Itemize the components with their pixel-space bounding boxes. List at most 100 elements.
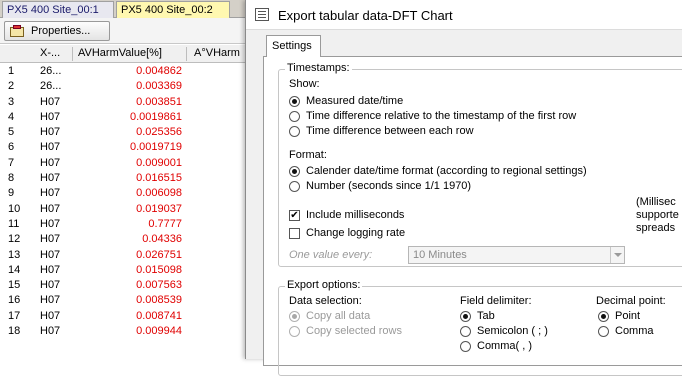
row-value-cell: 0.009944	[136, 325, 182, 338]
include-milliseconds-label: Include milliseconds	[306, 209, 405, 221]
column-header-x[interactable]: X-...	[40, 47, 60, 59]
logging-rate-value: 10 Minutes	[413, 249, 467, 261]
table-row[interactable]: 18 H07 0.009944	[0, 324, 250, 339]
row-x-cell: H07	[40, 141, 61, 154]
delimiter-semicolon-option[interactable]: Semicolon ( ; )	[460, 325, 548, 337]
data-selection-label: Data selection:	[289, 295, 362, 307]
decimal-comma-option[interactable]: Comma	[598, 325, 654, 337]
chevron-down-icon[interactable]	[610, 247, 624, 263]
row-value-cell: 0.016515	[136, 172, 182, 185]
row-index: 10	[8, 202, 21, 215]
include-milliseconds-checkbox[interactable]: ✔ Include milliseconds	[289, 209, 404, 221]
decimal-point-option[interactable]: Point	[598, 310, 640, 322]
window-icon	[255, 8, 269, 21]
row-value-cell: 0.04336	[142, 233, 182, 246]
row-index: 7	[8, 156, 15, 169]
table-row[interactable]: 12 H07 0.04336	[0, 232, 250, 247]
tab-settings[interactable]: Settings	[266, 35, 321, 57]
properties-button[interactable]: Properties...	[4, 21, 110, 41]
copy-selected-rows-option[interactable]: Copy selected rows	[289, 325, 402, 337]
export-dialog: Export tabular data-DFT Chart Settings T…	[245, 0, 682, 376]
row-index: 2	[8, 80, 15, 93]
row-x-cell: H07	[40, 187, 61, 200]
toolbar: Properties...	[0, 18, 250, 44]
row-x-cell: H07	[40, 263, 61, 276]
table-row[interactable]: 16 H07 0.008539	[0, 293, 250, 308]
row-x-cell: H07	[40, 294, 61, 307]
row-value-cell: 0.009001	[136, 156, 182, 169]
table-row[interactable]: 9 H07 0.006098	[0, 186, 250, 201]
radio-button[interactable]	[289, 310, 300, 322]
format-option-calendar[interactable]: Calender date/time format (according to …	[289, 165, 587, 177]
radio-button[interactable]	[598, 310, 609, 322]
copy-selected-rows-label: Copy selected rows	[306, 325, 402, 337]
table-row[interactable]: 2 26... 0.003369	[0, 79, 250, 94]
format-option-number[interactable]: Number (seconds since 1/1 1970)	[289, 180, 471, 192]
logging-rate-select[interactable]: 10 Minutes	[408, 246, 625, 264]
column-header-avharm[interactable]: A°VHarm	[194, 47, 240, 59]
document-tab-1[interactable]: PX5 400 Site_00:1	[2, 1, 114, 18]
row-x-cell: H07	[40, 279, 61, 292]
radio-button[interactable]	[289, 110, 300, 122]
dialog-titlebar[interactable]: Export tabular data-DFT Chart	[246, 0, 682, 30]
show-option-relative-first[interactable]: Time difference relative to the timestam…	[289, 110, 576, 122]
row-value-cell: 0.0019719	[130, 141, 182, 154]
table-row[interactable]: 7 H07 0.009001	[0, 156, 250, 171]
timestamps-group-title: Timestamps:	[285, 62, 352, 74]
table-row[interactable]: 14 H07 0.015098	[0, 263, 250, 278]
table-row[interactable]: 11 H07 0.7777	[0, 217, 250, 232]
radio-button[interactable]	[289, 125, 300, 137]
table-row[interactable]: 1 26... 0.004862	[0, 64, 250, 79]
row-index: 6	[8, 141, 15, 154]
row-x-cell: H07	[40, 110, 61, 123]
checkbox-checked-icon[interactable]: ✔	[289, 209, 300, 221]
row-x-cell: 26...	[40, 80, 62, 93]
row-index: 14	[8, 263, 21, 276]
milliseconds-note: (Millisec supporte spreads	[636, 196, 679, 235]
copy-all-data-option[interactable]: Copy all data	[289, 310, 370, 322]
row-value-cell: 0.019037	[136, 202, 182, 215]
column-divider[interactable]	[186, 47, 187, 61]
radio-button[interactable]	[460, 325, 471, 337]
export-options-group-title: Export options:	[285, 279, 363, 291]
row-index: 18	[8, 325, 21, 338]
table-row[interactable]: 5 H07 0.025356	[0, 125, 250, 140]
table-row[interactable]: 3 H07 0.003851	[0, 95, 250, 110]
table-body: 1 26... 0.004862 2 26... 0.003369 3 H07 0.003851…	[0, 64, 250, 339]
table-row[interactable]: 8 H07 0.016515	[0, 171, 250, 186]
column-header-avharmvalue[interactable]: AVHarmValue[%]	[78, 47, 162, 59]
document-tab-2[interactable]: PX5 400 Site_00:2	[116, 1, 230, 18]
row-index: 15	[8, 279, 21, 292]
dialog-title: Export tabular data-DFT Chart	[278, 8, 453, 23]
table-row[interactable]: 10 H07 0.019037	[0, 202, 250, 217]
radio-button[interactable]	[289, 180, 300, 192]
row-x-cell: H07	[40, 202, 61, 215]
row-value-cell: 0.004862	[136, 65, 182, 77]
table-row[interactable]: 4 H07 0.0019861	[0, 110, 250, 125]
row-value-cell: 0.003851	[136, 95, 182, 108]
radio-button[interactable]	[289, 95, 300, 107]
change-logging-rate-checkbox[interactable]: Change logging rate	[289, 227, 405, 239]
table-row[interactable]: 13 H07 0.026751	[0, 248, 250, 263]
show-option-measured[interactable]: Measured date/time	[289, 95, 403, 107]
delimiter-comma-option[interactable]: Comma( , )	[460, 340, 532, 352]
table-row[interactable]: 15 H07 0.007563	[0, 278, 250, 293]
delimiter-tab-option[interactable]: Tab	[460, 310, 495, 322]
row-value-cell: 0.0019861	[130, 110, 182, 123]
decimal-point-label-comma: Comma	[615, 325, 654, 337]
row-x-cell: H07	[40, 248, 61, 261]
table-row[interactable]: 17 H07 0.008741	[0, 309, 250, 324]
table-row[interactable]: 6 H07 0.0019719	[0, 140, 250, 155]
radio-button[interactable]	[460, 340, 471, 352]
radio-button[interactable]	[460, 310, 471, 322]
row-index: 12	[8, 233, 21, 246]
background-data-window: PX5 400 Site_00:1 PX5 400 Site_00:2 Prop…	[0, 0, 250, 359]
row-index: 13	[8, 248, 21, 261]
row-index: 9	[8, 187, 15, 200]
column-divider[interactable]	[72, 47, 73, 61]
checkbox-unchecked-icon[interactable]	[289, 227, 300, 239]
radio-button[interactable]	[289, 165, 300, 177]
radio-button[interactable]	[598, 325, 609, 337]
show-option-between-rows[interactable]: Time difference between each row	[289, 125, 474, 137]
radio-button[interactable]	[289, 325, 300, 337]
